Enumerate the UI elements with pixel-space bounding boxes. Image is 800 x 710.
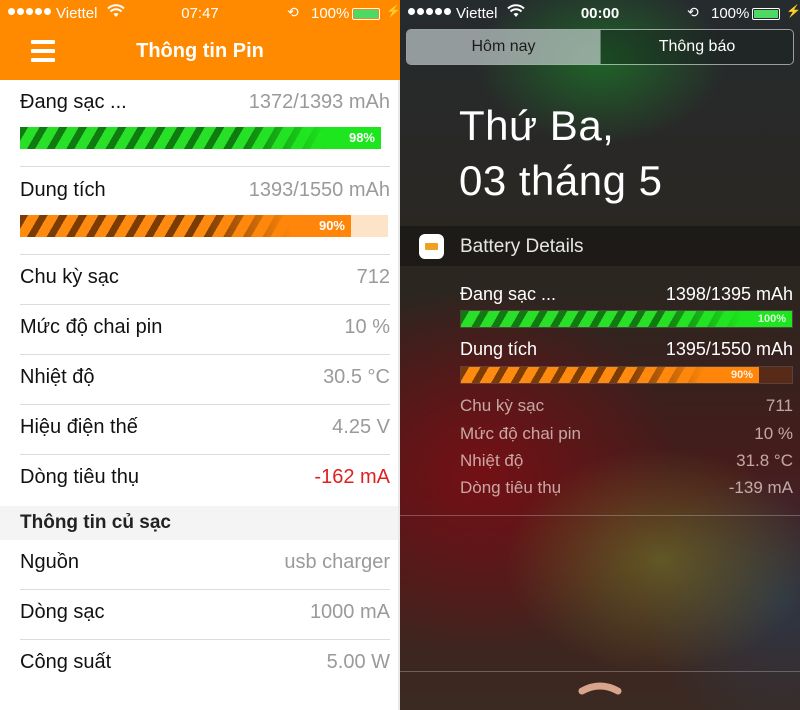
list-item-charge-current: Dòng sạc 1000 mA (20, 601, 390, 627)
widget-list-item-battery-wear: Mức độ chai pin 10 % (460, 424, 793, 446)
date-weekday: Thứ Ba, (459, 102, 615, 149)
list-item-voltage: Hiệu điện thế 4.25 V (20, 416, 390, 442)
list-item-charge-cycles: Chu kỳ sạc 712 (20, 266, 390, 292)
bolt-icon: ⚡ (386, 4, 400, 18)
widget-charging-progress-label: 100% (757, 313, 786, 325)
charging-label: Đang sạc ... (20, 91, 127, 113)
row-label: Mức độ chai pin (460, 424, 581, 443)
divider (20, 354, 390, 355)
battery-app-icon (419, 234, 444, 259)
capacity-progress-bar: 90% (20, 215, 388, 237)
row-label: Dung tích (460, 339, 538, 359)
row-label: Đang sạc ... (460, 284, 557, 304)
list-item-current-draw: Dòng tiêu thụ -162 mA (20, 466, 390, 492)
segmented-control: Hôm nay Thông báo (406, 29, 794, 65)
divider (20, 404, 390, 405)
battery-icon (752, 8, 780, 20)
row-value: -139 mA (728, 478, 793, 497)
page-title: Thông tin Pin (136, 40, 264, 62)
divider (20, 589, 390, 590)
date-day-month: 03 tháng 5 (459, 157, 663, 204)
tab-today[interactable]: Hôm nay (407, 30, 600, 64)
row-value: 5.00 W (326, 651, 390, 673)
widget-list-item-charge-cycles: Chu kỳ sạc 711 (460, 396, 793, 418)
row-label: Nguồn (20, 551, 79, 573)
widget-list-item-current-draw: Dòng tiêu thụ -139 mA (460, 478, 793, 500)
divider (20, 254, 390, 255)
rotation-lock-icon: ⟲ (687, 4, 699, 20)
tab-notifications[interactable]: Thông báo (600, 30, 793, 64)
row-label: Dòng tiêu thụ (20, 466, 139, 488)
notification-center: Viettel 00:00 ⟲ 100% ⚡ Hôm nay Thông báo… (400, 0, 800, 710)
battery-percent: 100% (711, 5, 750, 22)
row-value: -162 mA (314, 466, 390, 488)
row-value: 1000 mA (309, 601, 390, 623)
section-header-charger: Thông tin củ sạc (0, 506, 400, 540)
row-label: Nhiệt độ (460, 451, 524, 470)
capacity-label: Dung tích (20, 179, 106, 201)
battery-icon (352, 8, 380, 20)
row-label: Mức độ chai pin (20, 316, 163, 338)
row-label: Công suất (20, 651, 112, 673)
charging-progress-bar: 98% (20, 127, 388, 149)
list-item-power: Công suất 5.00 W (20, 651, 390, 677)
widget-capacity-progress-label: 90% (730, 369, 753, 381)
row-label: Dòng sạc (20, 601, 105, 623)
widget-title: Battery Details (460, 236, 584, 257)
status-bar: Viettel 00:00 ⟲ 100% ⚡ (400, 0, 800, 28)
nav-bar: Thông tin Pin (0, 28, 400, 80)
row-label: Hiệu điện thế (20, 416, 138, 438)
section-title: Thông tin củ sạc (20, 512, 171, 533)
charging-row: Đang sạc ... 1372/1393 mAh (20, 91, 390, 117)
widget-capacity-row: Dung tích 1395/1550 mAh (460, 339, 793, 361)
capacity-value: 1393/1550 mAh (248, 179, 390, 201)
row-value: 30.5 °C (323, 366, 390, 388)
divider (20, 639, 390, 640)
row-label: Dòng tiêu thụ (460, 478, 562, 497)
chevron-up-grabber-icon[interactable] (578, 681, 622, 695)
charging-value: 1372/1393 mAh (248, 91, 390, 113)
widget-charging-progress-bar: 100% (460, 310, 793, 328)
row-value: 1395/1550 mAh (665, 339, 793, 359)
list-item-temperature: Nhiệt độ 30.5 °C (20, 366, 390, 392)
battery-percent: 100% (311, 5, 350, 22)
row-value: 711 (765, 396, 793, 415)
list-item-battery-wear: Mức độ chai pin 10 % (20, 316, 390, 342)
battery-info-app: Viettel 07:47 ⟲ 100% ⚡ Thông tin Pin Đan… (0, 0, 400, 710)
widget-capacity-track (759, 367, 792, 383)
widget-header[interactable]: Battery Details (400, 226, 800, 266)
row-value: 4.25 V (332, 416, 390, 438)
divider (400, 515, 800, 516)
list-item-source: Nguồn usb charger (20, 551, 390, 577)
status-bar: Viettel 07:47 ⟲ 100% ⚡ (0, 0, 400, 28)
row-value: 10 % (344, 316, 390, 338)
divider (20, 166, 390, 167)
capacity-row: Dung tích 1393/1550 mAh (20, 179, 390, 205)
widget-capacity-progress-bar: 90% (460, 366, 793, 384)
row-label: Chu kỳ sạc (20, 266, 119, 288)
bolt-icon: ⚡ (786, 4, 800, 18)
row-label: Nhiệt độ (20, 366, 95, 388)
row-value: 31.8 °C (736, 451, 793, 470)
widget-list-item-temperature: Nhiệt độ 31.8 °C (460, 451, 793, 473)
charging-progress-label: 98% (348, 130, 375, 145)
row-value: usb charger (284, 551, 390, 573)
row-label: Chu kỳ sạc (460, 396, 545, 415)
divider (20, 454, 390, 455)
widget-charging-row: Đang sạc ... 1398/1395 mAh (460, 284, 793, 306)
row-value: 712 (356, 266, 390, 288)
divider (400, 671, 800, 672)
rotation-lock-icon: ⟲ (287, 4, 299, 20)
row-value: 1398/1395 mAh (665, 284, 793, 304)
divider (20, 304, 390, 305)
capacity-progress-label: 90% (318, 218, 345, 233)
row-value: 10 % (754, 424, 793, 443)
